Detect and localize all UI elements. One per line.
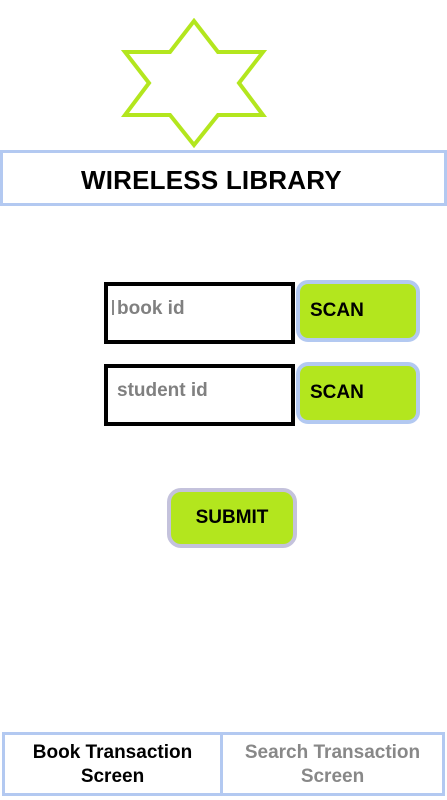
- star-logo-shape: [121, 18, 267, 148]
- book-id-input[interactable]: [104, 282, 295, 344]
- text-cursor: [112, 300, 114, 315]
- tab-search-transaction[interactable]: Search Transaction Screen: [223, 732, 445, 796]
- scan-book-button[interactable]: SCAN: [296, 280, 420, 342]
- app-title-bar: WIRELESS LIBRARY: [0, 150, 447, 206]
- app-title: WIRELESS LIBRARY: [81, 165, 342, 195]
- submit-button[interactable]: SUBMIT: [167, 488, 297, 548]
- scan-student-button[interactable]: SCAN: [296, 362, 420, 424]
- tab-book-transaction[interactable]: Book Transaction Screen: [2, 732, 223, 796]
- student-id-input[interactable]: [104, 364, 295, 426]
- star-logo-icon: [121, 18, 267, 148]
- bottom-tab-bar: Book Transaction Screen Search Transacti…: [2, 732, 445, 796]
